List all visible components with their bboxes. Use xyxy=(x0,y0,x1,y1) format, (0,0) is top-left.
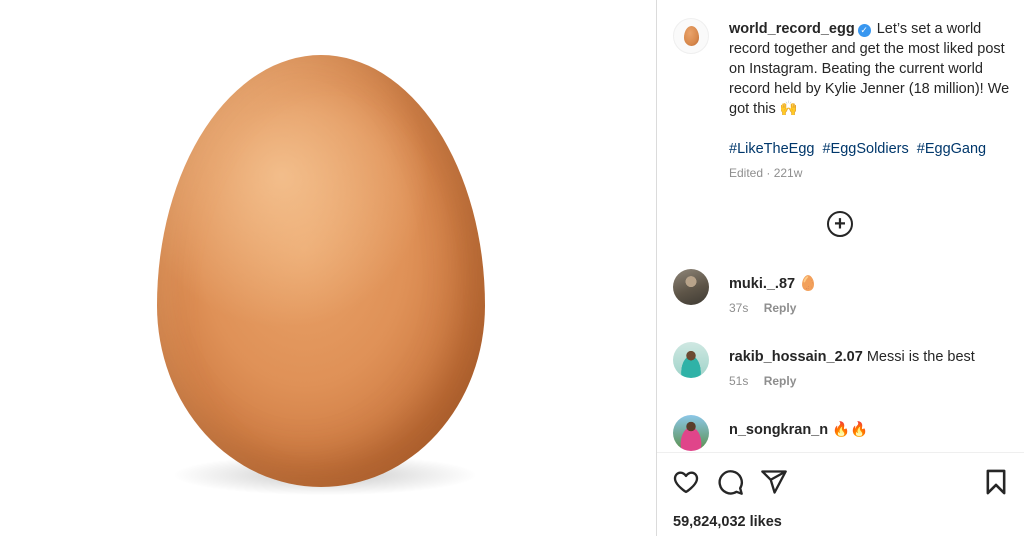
comment-text: 🔥🔥 xyxy=(832,422,869,438)
verified-badge-icon: ✓ xyxy=(857,24,871,37)
comment-body: n_songkran_n 🔥🔥 xyxy=(729,421,868,439)
comment-item: muki._.87 🥚 37s Reply xyxy=(673,269,1013,329)
comment-username[interactable]: rakib_hossain_2.07 xyxy=(729,349,863,365)
post-side-panel: world_record_egg ✓ Let’s set a world reco… xyxy=(657,0,1024,536)
post-image[interactable] xyxy=(0,0,656,536)
actions-divider xyxy=(657,452,1024,453)
comment-username[interactable]: muki._.87 xyxy=(729,276,795,292)
avatar[interactable] xyxy=(673,415,709,451)
comment-meta: 51s Reply xyxy=(729,374,796,388)
hashtag-link[interactable]: #EggGang xyxy=(917,141,986,157)
egg-avatar-icon xyxy=(683,26,699,46)
author-username[interactable]: world_record_egg xyxy=(729,21,855,37)
hashtag-link[interactable]: #EggSoldiers xyxy=(822,141,908,157)
comment-time: 37s xyxy=(729,301,749,315)
comment-time: 51s xyxy=(729,374,749,388)
reply-button[interactable]: Reply xyxy=(764,301,797,315)
hashtag-link[interactable]: #LikeTheEgg xyxy=(729,141,814,157)
comment-text: Messi is the best xyxy=(866,349,975,365)
post-caption: world_record_egg ✓ Let’s set a world reco… xyxy=(729,19,1019,119)
share-button[interactable] xyxy=(760,468,788,496)
load-more-comments-button[interactable]: + xyxy=(827,211,853,237)
avatar[interactable] xyxy=(673,342,709,378)
comment-text: 🥚 xyxy=(799,276,818,292)
reply-button[interactable]: Reply xyxy=(764,374,797,388)
paper-plane-icon xyxy=(761,470,787,494)
avatar[interactable] xyxy=(673,269,709,305)
comment-button[interactable] xyxy=(716,468,744,496)
comment-item: n_songkran_n 🔥🔥 xyxy=(673,415,1013,452)
bookmark-icon xyxy=(986,469,1006,495)
comment-meta: 37s Reply xyxy=(729,301,796,315)
edited-timestamp: Edited · 221w xyxy=(729,166,803,180)
likes-count[interactable]: 59,824,032 likes xyxy=(673,514,782,530)
comment-body: rakib_hossain_2.07 Messi is the best xyxy=(729,348,975,366)
like-button[interactable] xyxy=(672,468,700,496)
hashtag-list: #LikeTheEgg #EggSoldiers #EggGang xyxy=(729,139,990,159)
comment-item: rakib_hossain_2.07 Messi is the best 51s… xyxy=(673,342,1013,402)
save-button[interactable] xyxy=(982,468,1010,496)
comment-bubble-icon xyxy=(718,470,743,495)
egg-photo xyxy=(157,55,485,487)
heart-icon xyxy=(673,471,699,494)
author-avatar[interactable] xyxy=(673,18,709,54)
comment-username[interactable]: n_songkran_n xyxy=(729,422,828,438)
comment-body: muki._.87 🥚 xyxy=(729,275,817,293)
plus-circle-icon: + xyxy=(834,213,846,235)
